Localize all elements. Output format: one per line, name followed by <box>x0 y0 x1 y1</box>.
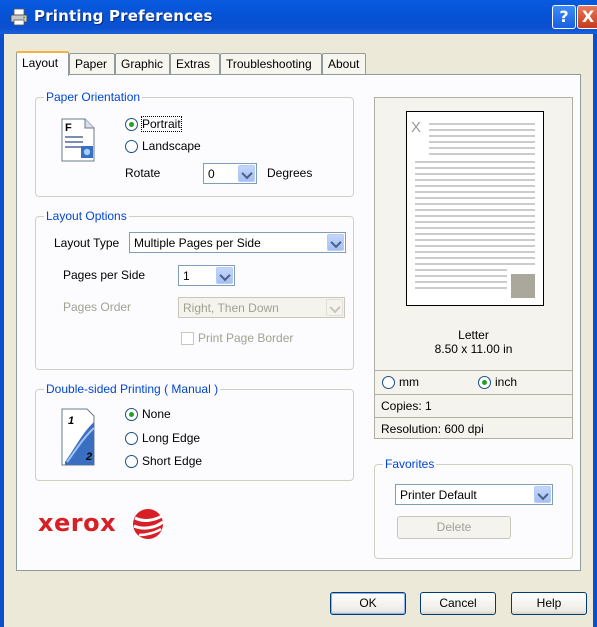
landscape-radio[interactable] <box>125 140 138 153</box>
xerox-wordmark: xerox <box>38 509 117 537</box>
short-edge-radio[interactable] <box>125 455 138 468</box>
pages-order-select[interactable]: Right, Then Down <box>178 297 345 318</box>
chevron-down-icon[interactable] <box>327 234 344 251</box>
rotate-value: 0 <box>208 167 215 181</box>
printing-preferences-window: Printing Preferences ? X Layout Paper Gr… <box>0 0 597 627</box>
tab-layout[interactable]: Layout <box>16 51 69 76</box>
tab-paper[interactable]: Paper <box>69 53 115 74</box>
chevron-down-icon[interactable] <box>238 165 255 182</box>
copies-row: Copies: 1 <box>375 394 572 417</box>
tab-troubleshooting[interactable]: Troubleshooting <box>220 53 322 74</box>
close-button[interactable]: X <box>577 5 597 29</box>
rotate-select[interactable]: 0 <box>203 163 257 184</box>
copies-text: Copies: 1 <box>381 399 432 413</box>
short-edge-label[interactable]: Short Edge <box>142 454 202 468</box>
paper-size: 8.50 x 11.00 in <box>434 342 513 356</box>
window-frame-left <box>0 34 4 627</box>
duplex-front-number: 1 <box>68 415 75 427</box>
favorites-value: Printer Default <box>400 488 477 502</box>
unit-mm-radio[interactable] <box>382 376 395 389</box>
unit-inch-label[interactable]: inch <box>495 375 517 389</box>
cancel-button[interactable]: Cancel <box>420 592 496 615</box>
preview-page: X <box>406 111 544 306</box>
help-button[interactable]: Help <box>511 592 587 615</box>
delete-favorite-button[interactable]: Delete <box>397 516 511 539</box>
duplex-none-label[interactable]: None <box>142 407 171 421</box>
pages-per-side-label: Pages per Side <box>63 268 146 282</box>
degrees-label: Degrees <box>267 166 313 180</box>
xerox-logo: xerox <box>35 505 175 545</box>
pages-order-value: Right, Then Down <box>183 301 279 315</box>
paper-orientation-label: Paper Orientation <box>44 90 143 104</box>
favorites-group: Favorites Printer Default Delete <box>374 457 573 559</box>
favorites-label: Favorites <box>383 457 437 471</box>
tab-extras[interactable]: Extras <box>170 53 220 74</box>
orientation-icon-letter: F <box>65 122 72 134</box>
chevron-down-icon[interactable] <box>534 486 551 503</box>
long-edge-label[interactable]: Long Edge <box>142 431 200 445</box>
layout-type-label: Layout Type <box>54 236 120 250</box>
favorites-select[interactable]: Printer Default <box>395 484 553 505</box>
preview-panel: X Letter 8.50 x 11.00 in mm inch Copies:… <box>374 97 573 439</box>
unit-mm-label[interactable]: mm <box>399 375 419 389</box>
layout-type-select[interactable]: Multiple Pages per Side <box>129 232 346 253</box>
pages-per-side-value: 1 <box>183 269 190 283</box>
units-row: mm inch <box>375 370 572 394</box>
window-frame-right <box>593 34 597 627</box>
layout-type-value: Multiple Pages per Side <box>134 236 261 250</box>
paper-name: Letter <box>458 328 489 342</box>
unit-inch-radio[interactable] <box>478 376 491 389</box>
portrait-radio[interactable] <box>125 118 138 131</box>
print-page-border-label[interactable]: Print Page Border <box>198 331 293 345</box>
layout-tab-panel: Paper Orientation F Portrait Landscape R… <box>16 74 581 571</box>
tab-graphic[interactable]: Graphic <box>115 53 170 74</box>
layout-options-label: Layout Options <box>44 209 129 223</box>
window-title: Printing Preferences <box>34 7 213 25</box>
preview-text-lines <box>415 123 535 298</box>
pages-per-side-select[interactable]: 1 <box>178 265 235 286</box>
resolution-row: Resolution: 600 dpi <box>375 417 572 438</box>
duplex-group: Double-sided Printing ( Manual ) 1 2 Non… <box>35 382 354 481</box>
layout-options-group: Layout Options Layout Type Multiple Page… <box>35 209 354 370</box>
tab-about[interactable]: About <box>322 53 366 74</box>
chevron-down-icon[interactable] <box>216 267 233 284</box>
print-page-border-checkbox[interactable] <box>181 332 194 345</box>
resolution-text: Resolution: 600 dpi <box>381 422 484 436</box>
landscape-label[interactable]: Landscape <box>142 139 201 153</box>
paper-orientation-group: Paper Orientation F Portrait Landscape R… <box>35 90 354 197</box>
portrait-label[interactable]: Portrait <box>141 116 182 132</box>
duplex-back-number: 2 <box>86 451 93 463</box>
printer-icon <box>10 8 28 26</box>
chevron-down-icon[interactable] <box>326 299 343 316</box>
xerox-sphere-icon <box>133 509 164 539</box>
duplex-none-radio[interactable] <box>125 408 138 421</box>
long-edge-radio[interactable] <box>125 432 138 445</box>
help-title-button[interactable]: ? <box>552 5 576 29</box>
pages-order-label: Pages Order <box>63 300 132 314</box>
rotate-label: Rotate <box>125 166 161 180</box>
title-bar[interactable]: Printing Preferences ? X <box>0 0 597 34</box>
ok-button[interactable]: OK <box>330 592 406 615</box>
duplex-label: Double-sided Printing ( Manual ) <box>44 382 221 396</box>
